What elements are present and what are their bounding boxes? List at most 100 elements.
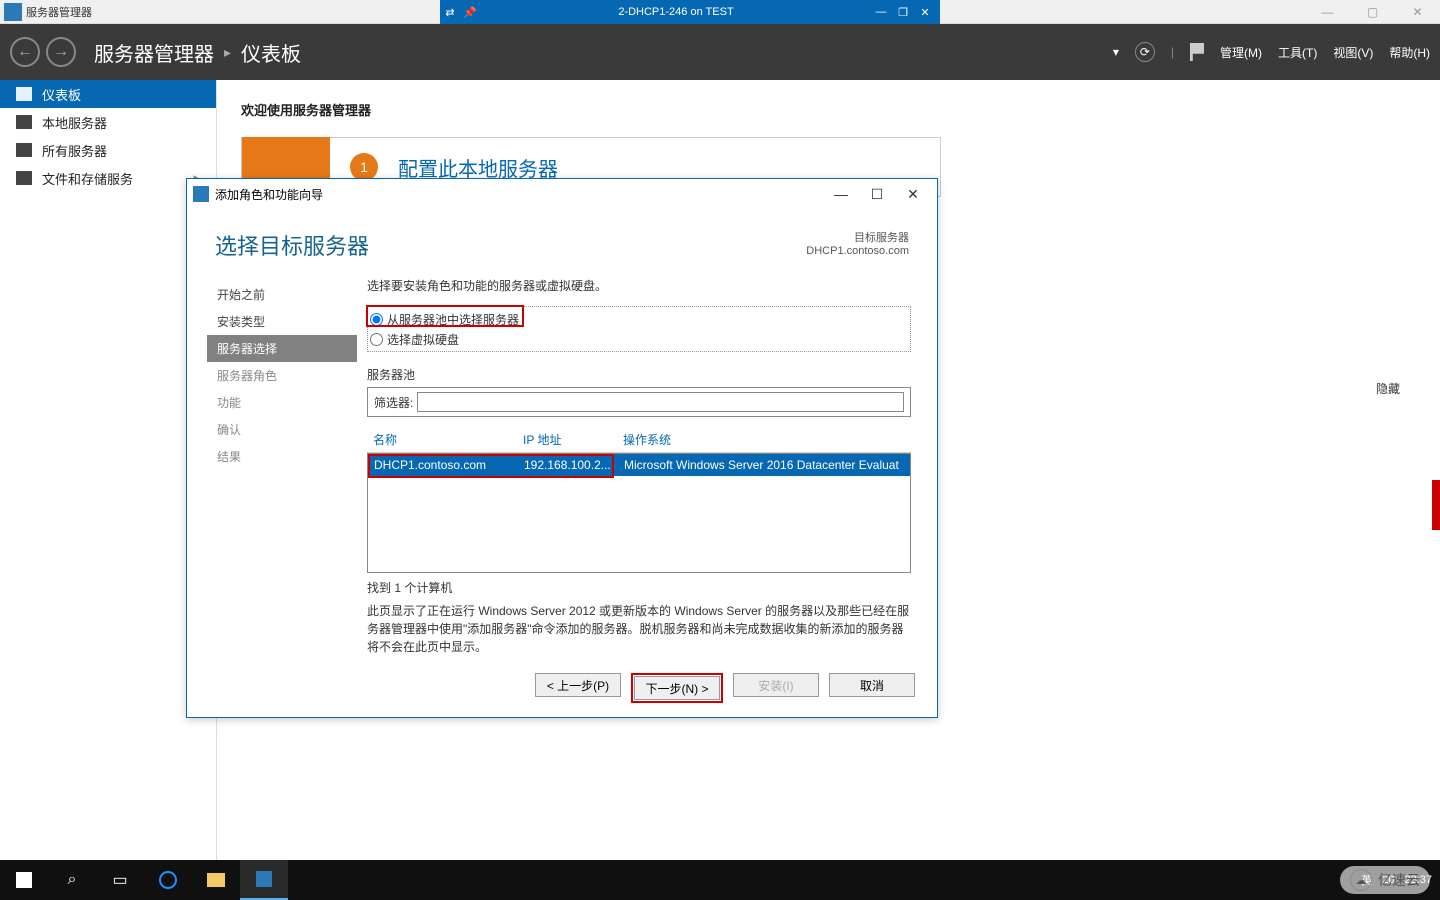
hide-link[interactable]: 隐藏 <box>1376 380 1400 397</box>
step-features[interactable]: 功能 <box>207 389 357 416</box>
table-body[interactable]: DHCP1.contoso.com 192.168.100.2... Micro… <box>367 453 911 573</box>
explain-text: 此页显示了正在运行 Windows Server 2012 或更新版本的 Win… <box>367 602 911 656</box>
sidebar: 仪表板 本地服务器 所有服务器 文件和存储服务▸ <box>0 80 216 192</box>
pool-label: 服务器池 <box>367 366 911 383</box>
wizard-min-button[interactable]: — <box>831 186 851 203</box>
toolbar-dropdown-icon[interactable]: ▾ <box>1113 45 1119 59</box>
app-icon <box>4 3 22 21</box>
radio-group: 从服务器池中选择服务器 选择虚拟硬盘 <box>367 306 911 352</box>
cell-name: DHCP1.contoso.com <box>374 458 524 472</box>
radio-vhd[interactable]: 选择虚拟硬盘 <box>370 329 904 349</box>
wizard-title-text: 添加角色和功能向导 <box>215 186 323 203</box>
step-confirm[interactable]: 确认 <box>207 416 357 443</box>
red-edge-marker <box>1432 480 1440 530</box>
outer-min-button[interactable]: — <box>1305 0 1350 24</box>
ie-button[interactable] <box>144 860 192 900</box>
cloud-icon: ☁ <box>1350 869 1372 891</box>
radio-pool[interactable]: 从服务器池中选择服务器 <box>370 309 904 329</box>
file-icon <box>16 171 32 185</box>
sidebar-item-label: 文件和存储服务 <box>42 169 133 188</box>
search-button[interactable]: ⌕ <box>48 860 96 900</box>
chevron-right-icon: ▸ <box>224 44 231 61</box>
wizard-dest: 目标服务器 DHCP1.contoso.com <box>806 229 909 261</box>
explorer-button[interactable] <box>192 860 240 900</box>
next-highlight: 下一步(N) > <box>631 673 723 703</box>
outer-max-button[interactable]: ▢ <box>1350 0 1395 24</box>
dest-label: 目标服务器 <box>806 229 909 245</box>
wizard-heading: 选择目标服务器 <box>215 229 369 261</box>
wizard-icon <box>193 186 209 202</box>
server-table: 名称 IP 地址 操作系统 DHCP1.contoso.com 192.168.… <box>367 427 911 573</box>
vm-close-button[interactable]: ✕ <box>916 6 934 19</box>
step-type[interactable]: 安装类型 <box>207 308 357 335</box>
step-number: 1 <box>350 153 378 181</box>
wizard-content: 选择要安装角色和功能的服务器或虚拟硬盘。 从服务器池中选择服务器 选择虚拟硬盘 … <box>357 271 937 671</box>
wizard-titlebar[interactable]: 添加角色和功能向导 — ☐ ✕ <box>187 179 937 209</box>
flag-icon[interactable] <box>1190 43 1204 61</box>
outer-title-text: 服务器管理器 <box>26 4 92 20</box>
nav-fwd-button[interactable]: → <box>46 37 76 67</box>
watermark: ☁ 亿速云 <box>1340 866 1430 894</box>
vm-name: 2-DHCP1-246 on TEST <box>480 6 872 18</box>
breadcrumb-page[interactable]: 仪表板 <box>241 38 301 67</box>
vm-sync-icon[interactable]: ⇄ <box>440 6 460 19</box>
menu-manage[interactable]: 管理(M) <box>1220 44 1262 61</box>
vm-min-button[interactable]: — <box>872 6 890 19</box>
wizard-buttons: < 上一步(P) 下一步(N) > 安装(I) 取消 <box>535 673 915 703</box>
sidebar-item-label: 仪表板 <box>42 85 81 104</box>
breadcrumb-app[interactable]: 服务器管理器 <box>94 38 214 67</box>
radio-vhd-label: 选择虚拟硬盘 <box>387 331 459 348</box>
refresh-icon[interactable]: ⟳ <box>1135 42 1155 62</box>
servermgr-button[interactable] <box>240 860 288 900</box>
windows-icon <box>16 872 32 888</box>
table-row[interactable]: DHCP1.contoso.com 192.168.100.2... Micro… <box>368 454 910 476</box>
dest-server: DHCP1.contoso.com <box>806 245 909 257</box>
radio-vhd-input[interactable] <box>370 333 383 346</box>
table-header: 名称 IP 地址 操作系统 <box>367 427 911 453</box>
sidebar-item-all[interactable]: 所有服务器 <box>0 136 216 164</box>
filter-box: 筛选器: <box>367 387 911 417</box>
nav-back-button[interactable]: ← <box>10 37 40 67</box>
ie-icon <box>159 871 177 889</box>
sidebar-item-local[interactable]: 本地服务器 <box>0 108 216 136</box>
outer-close-button[interactable]: ✕ <box>1395 0 1440 24</box>
cell-ip: 192.168.100.2... <box>524 458 624 472</box>
watermark-text: 亿速云 <box>1378 870 1420 890</box>
step-select[interactable]: 服务器选择 <box>207 335 357 362</box>
folder-icon <box>207 873 225 887</box>
filter-input[interactable] <box>417 392 904 412</box>
sidebar-item-dashboard[interactable]: 仪表板 <box>0 80 216 108</box>
menu-help[interactable]: 帮助(H) <box>1389 44 1430 61</box>
server-icon <box>16 115 32 129</box>
menu-view[interactable]: 视图(V) <box>1333 44 1373 61</box>
radio-pool-label: 从服务器池中选择服务器 <box>387 311 519 328</box>
step-roles[interactable]: 服务器角色 <box>207 362 357 389</box>
col-os[interactable]: 操作系统 <box>623 431 905 448</box>
radio-pool-input[interactable] <box>370 313 383 326</box>
col-ip[interactable]: IP 地址 <box>523 431 623 448</box>
wizard-steps: 开始之前 安装类型 服务器选择 服务器角色 功能 确认 结果 <box>187 271 357 671</box>
vm-restore-button[interactable]: ❐ <box>894 6 912 19</box>
step-result[interactable]: 结果 <box>207 443 357 470</box>
vm-titlebar: ⇄ 📌 2-DHCP1-246 on TEST — ❐ ✕ <box>440 0 940 24</box>
prev-button[interactable]: < 上一步(P) <box>535 673 621 697</box>
sidebar-item-label: 所有服务器 <box>42 141 107 160</box>
vm-pin-icon[interactable]: 📌 <box>460 6 480 19</box>
cell-os: Microsoft Windows Server 2016 Datacenter… <box>624 458 904 472</box>
step-before[interactable]: 开始之前 <box>207 281 357 308</box>
next-button[interactable]: 下一步(N) > <box>634 676 720 700</box>
cancel-button[interactable]: 取消 <box>829 673 915 697</box>
wizard-close-button[interactable]: ✕ <box>903 186 923 203</box>
col-name[interactable]: 名称 <box>373 431 523 448</box>
sidebar-item-file[interactable]: 文件和存储服务▸ <box>0 164 216 192</box>
sidebar-item-label: 本地服务器 <box>42 113 107 132</box>
wizard-max-button[interactable]: ☐ <box>867 186 887 203</box>
taskview-button[interactable]: ▭ <box>96 860 144 900</box>
menu-tools[interactable]: 工具(T) <box>1278 44 1317 61</box>
start-button[interactable] <box>0 860 48 900</box>
taskbar: ⌕ ▭ 英 20 23:37 <box>0 860 1440 900</box>
servers-icon <box>16 143 32 157</box>
found-text: 找到 1 个计算机 <box>367 579 911 596</box>
filter-label: 筛选器: <box>374 394 413 411</box>
wizard-dialog: 添加角色和功能向导 — ☐ ✕ 选择目标服务器 目标服务器 DHCP1.cont… <box>186 178 938 718</box>
